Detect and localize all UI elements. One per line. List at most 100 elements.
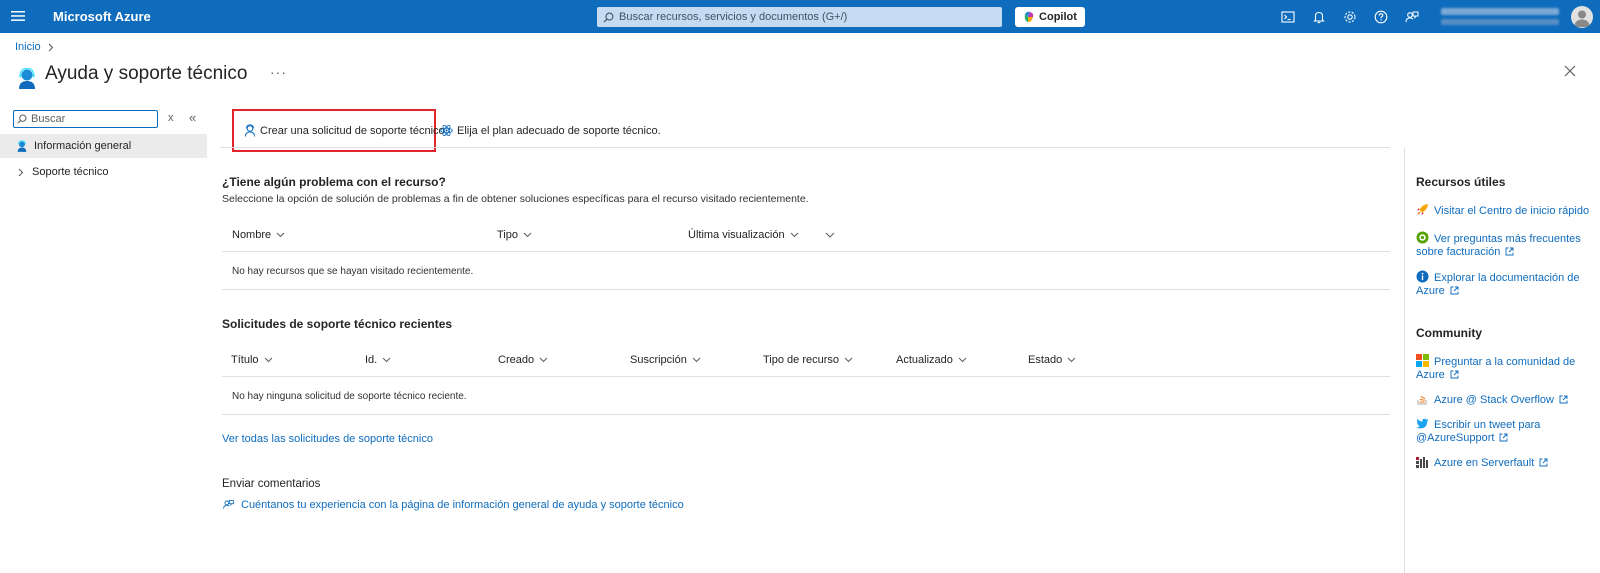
quickstart-center-link[interactable]: Visitar el Centro de inicio rápido xyxy=(1416,203,1591,218)
community-title: Community xyxy=(1416,326,1482,340)
external-link-icon xyxy=(1559,395,1568,404)
column-header-tipo[interactable]: Tipo xyxy=(497,229,532,241)
microsoft-logo-icon xyxy=(1416,354,1429,367)
account-name-blurred xyxy=(1441,8,1559,15)
external-link-icon xyxy=(1539,458,1548,467)
info-icon xyxy=(1416,270,1429,283)
support-person-outline-icon xyxy=(244,124,256,137)
chevron-down-icon xyxy=(692,357,701,363)
global-search-input[interactable] xyxy=(619,11,989,23)
copilot-button[interactable]: Copilot xyxy=(1015,7,1085,27)
column-header-label: Id. xyxy=(365,354,378,366)
chevron-down-icon xyxy=(276,232,285,238)
column-header-creado[interactable]: Creado xyxy=(498,354,548,366)
sidebar-item-soporte-tecnico[interactable]: Soporte técnico xyxy=(0,160,207,184)
column-header-label: Última visualización xyxy=(688,229,785,241)
faq-icon xyxy=(1416,231,1429,244)
feedback-link[interactable]: Cuéntanos tu experiencia con la página d… xyxy=(222,498,684,511)
column-header-estado[interactable]: Estado xyxy=(1028,354,1076,366)
serverfault-label: Azure en Serverfault xyxy=(1434,457,1535,469)
column-header-label: Nombre xyxy=(232,229,272,241)
serverfault-link[interactable]: Azure en Serverfault xyxy=(1416,456,1591,470)
feedback-section-title: Enviar comentarios xyxy=(222,478,321,490)
atom-plan-icon xyxy=(440,124,453,137)
support-person-icon xyxy=(16,139,28,153)
column-header-label: Actualizado xyxy=(896,354,953,366)
feedback-person-icon[interactable] xyxy=(1404,9,1420,25)
quickstart-center-label: Visitar el Centro de inicio rápido xyxy=(1434,205,1590,217)
notifications-bell-icon[interactable] xyxy=(1311,9,1327,25)
tweet-support-link[interactable]: Escribir un tweet para @AzureSupport xyxy=(1416,418,1591,445)
close-icon[interactable] xyxy=(1564,65,1576,77)
page-title: Ayuda y soporte técnico xyxy=(45,63,248,84)
choose-support-plan-label: Elija el plan adecuado de soporte técnic… xyxy=(457,124,661,137)
column-header-tipo-de-recurso[interactable]: Tipo de recurso xyxy=(763,354,853,366)
more-options-icon[interactable]: ··· xyxy=(270,64,287,80)
chevron-down-icon xyxy=(958,357,967,363)
chevron-down-icon xyxy=(844,357,853,363)
column-header-ultima-visualizacion[interactable]: Última visualización xyxy=(688,229,799,241)
ask-community-label: Preguntar a la comunidad de Azure xyxy=(1416,356,1576,381)
billing-faq-link[interactable]: Ver preguntas más frecuentes sobre factu… xyxy=(1416,231,1591,259)
column-header-actualizado[interactable]: Actualizado xyxy=(896,354,967,366)
chevron-down-icon xyxy=(539,357,548,363)
hamburger-menu-icon[interactable] xyxy=(11,10,25,22)
requests-empty-row: No hay ninguna solicitud de soporte técn… xyxy=(222,377,1390,415)
sidebar-item-informacion-general[interactable]: Información general xyxy=(0,134,207,158)
choose-support-plan-button[interactable]: Elija el plan adecuado de soporte técnic… xyxy=(440,124,661,137)
cloud-shell-icon[interactable] xyxy=(1280,9,1296,25)
tweet-support-label: Escribir un tweet para @AzureSupport xyxy=(1416,419,1541,444)
external-link-icon xyxy=(1450,370,1459,379)
account-info-blurred[interactable] xyxy=(1439,5,1567,29)
column-header-label: Creado xyxy=(498,354,535,366)
resources-section-subtitle: Seleccione la opción de solución de prob… xyxy=(222,193,809,205)
collapse-sidebar-button[interactable]: « xyxy=(189,110,196,125)
search-icon xyxy=(17,114,27,124)
stack-overflow-label: Azure @ Stack Overflow xyxy=(1434,394,1554,406)
support-person-icon xyxy=(16,67,38,91)
resources-empty-message: No hay recursos que se hayan visitado re… xyxy=(232,266,474,277)
column-header-label: Tipo de recurso xyxy=(763,354,840,366)
brand-title[interactable]: Microsoft Azure xyxy=(53,9,151,24)
azure-docs-label: Explorar la documentación de Azure xyxy=(1416,272,1580,297)
create-support-request-button[interactable]: Crear una solicitud de soporte técnico xyxy=(244,124,445,137)
sidebar-item-label: Soporte técnico xyxy=(32,166,109,178)
serverfault-icon xyxy=(1416,456,1429,468)
external-link-icon xyxy=(1450,286,1459,295)
ask-community-link[interactable]: Preguntar a la comunidad de Azure xyxy=(1416,354,1591,382)
settings-gear-icon[interactable] xyxy=(1342,9,1358,25)
resources-section-title: ¿Tiene algún problema con el recurso? xyxy=(222,175,446,189)
column-header-id[interactable]: Id. xyxy=(365,354,391,366)
stack-overflow-link[interactable]: Azure @ Stack Overflow xyxy=(1416,392,1591,407)
chevron-right-icon xyxy=(48,43,54,52)
resources-empty-row: No hay recursos que se hayan visitado re… xyxy=(222,252,1390,290)
sidebar-search-input[interactable] xyxy=(31,113,151,125)
external-link-icon xyxy=(1499,433,1508,442)
breadcrumb-home-link[interactable]: Inicio xyxy=(15,41,41,53)
chevron-down-icon xyxy=(790,232,798,238)
azure-docs-link[interactable]: Explorar la documentación de Azure xyxy=(1416,270,1591,298)
copilot-icon xyxy=(1023,11,1039,23)
requests-section-title: Solicitudes de soporte técnico recientes xyxy=(222,317,453,331)
help-question-icon[interactable] xyxy=(1373,9,1389,25)
billing-faq-label: Ver preguntas más frecuentes sobre factu… xyxy=(1416,233,1581,258)
column-options-chevron-icon[interactable] xyxy=(820,232,835,238)
rocket-icon xyxy=(1416,203,1429,216)
chevron-down-icon xyxy=(382,357,391,363)
sidebar-item-label: Información general xyxy=(34,140,132,152)
view-all-requests-link[interactable]: Ver todas las solicitudes de soporte téc… xyxy=(222,433,433,445)
requests-empty-message: No hay ninguna solicitud de soporte técn… xyxy=(232,391,467,402)
column-header-label: Título xyxy=(231,354,259,366)
column-header-nombre[interactable]: Nombre xyxy=(232,229,285,241)
column-header-titulo[interactable]: Título xyxy=(231,354,273,366)
breadcrumb: Inicio xyxy=(15,41,54,53)
avatar[interactable] xyxy=(1571,6,1593,28)
clear-search-button[interactable]: x xyxy=(168,112,174,124)
account-directory-blurred xyxy=(1441,19,1559,25)
column-header-suscripcion[interactable]: Suscripción xyxy=(630,354,701,366)
sidebar-search[interactable] xyxy=(13,110,158,128)
chevron-down-icon xyxy=(1067,357,1076,363)
chevron-down-icon xyxy=(523,232,532,238)
global-search[interactable] xyxy=(597,7,1002,27)
chevron-down-icon xyxy=(264,357,272,363)
